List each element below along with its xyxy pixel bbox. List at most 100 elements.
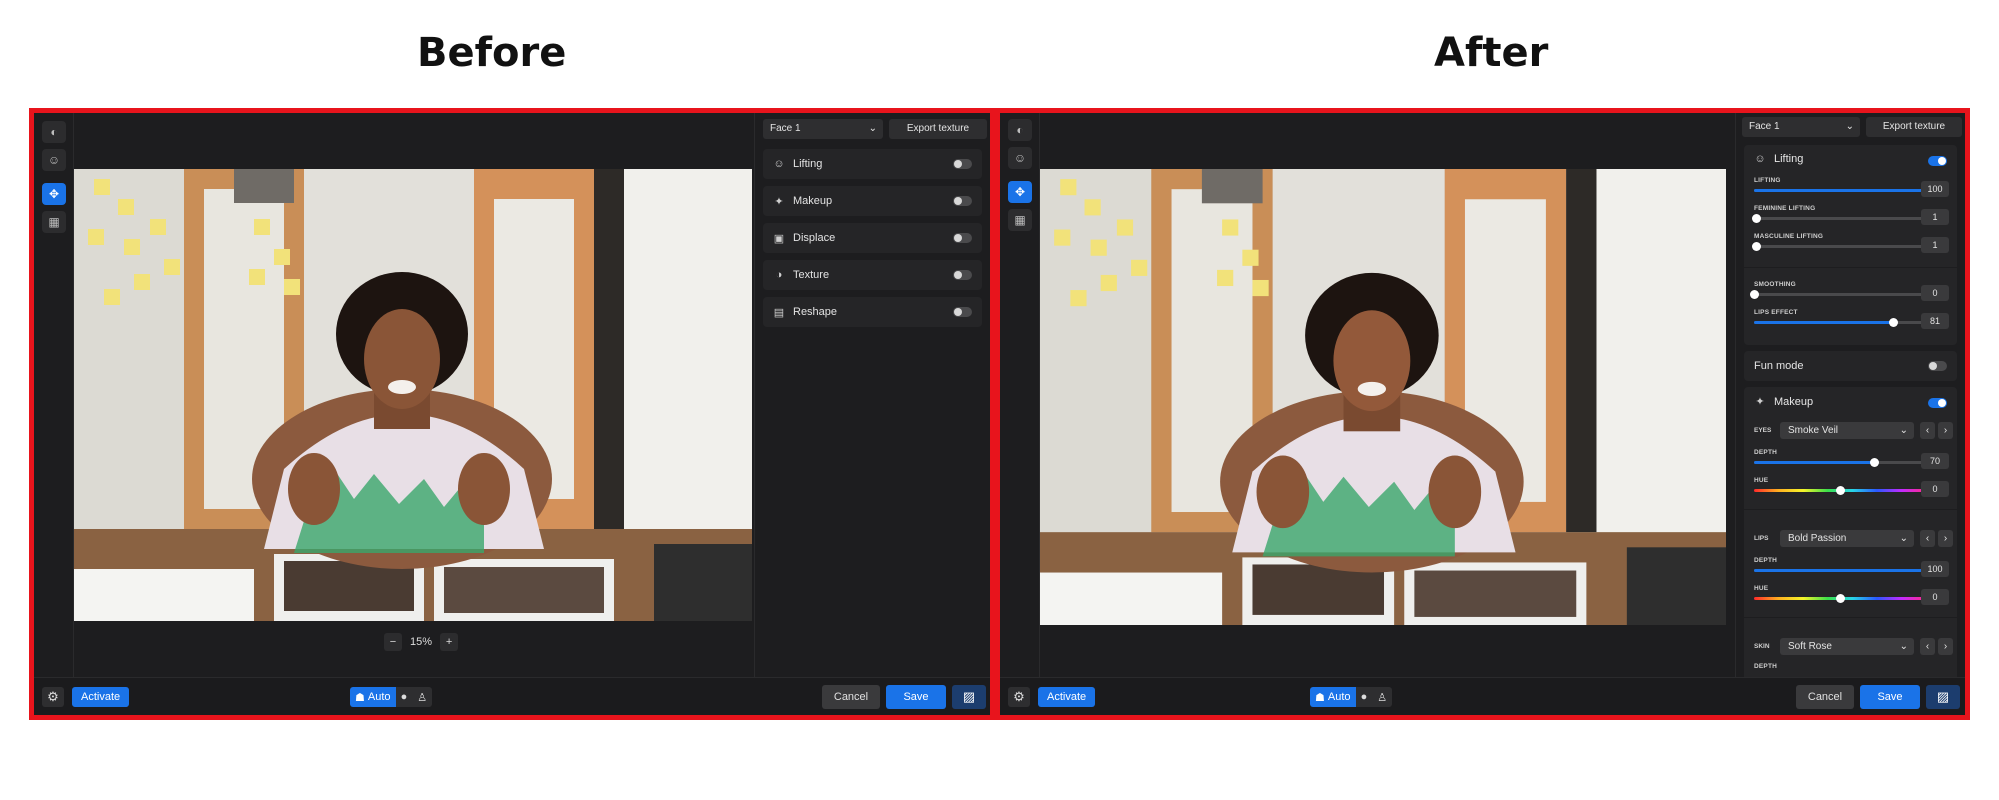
- preview-photo[interactable]: [74, 169, 752, 621]
- chevron-down-icon: ⌄: [1845, 121, 1854, 132]
- makeup-toggle[interactable]: [953, 196, 972, 206]
- lips-depth-value[interactable]: 100: [1921, 561, 1949, 577]
- gear-icon[interactable]: ⚙: [42, 687, 64, 707]
- chevron-down-icon: ⌄: [868, 123, 877, 134]
- save-button[interactable]: Save: [1860, 685, 1920, 709]
- prev-preset-icon[interactable]: ‹: [1920, 530, 1935, 547]
- zoom-in-icon[interactable]: +: [440, 633, 459, 651]
- makeup-toggle[interactable]: [1928, 398, 1947, 408]
- export-texture-button[interactable]: Export texture: [1866, 117, 1962, 137]
- section-displace[interactable]: ▣ Displace: [763, 223, 982, 253]
- feminine-lifting-value[interactable]: 1: [1921, 209, 1949, 225]
- mode-single-button[interactable]: ●: [1355, 687, 1373, 707]
- mask-icon[interactable]: ◐: [42, 121, 66, 143]
- eyes-hue-slider[interactable]: [1754, 486, 1926, 495]
- eyes-depth-slider[interactable]: [1754, 458, 1926, 467]
- export-texture-button[interactable]: Export texture: [889, 119, 987, 139]
- skin-preset-select[interactable]: Soft Rose ⌄: [1780, 638, 1914, 655]
- lips-effect-value[interactable]: 81: [1921, 313, 1949, 329]
- lifting-toggle[interactable]: [953, 159, 972, 169]
- before-heading: Before: [417, 30, 567, 76]
- sparkle-icon: ✦: [1755, 396, 1765, 408]
- after-screenshot: ◐ ☺ ✥ ▦ Face 1 ⌄ Export texture ☺ Liftin…: [995, 108, 1970, 720]
- office-woman-photo: [1040, 169, 1726, 625]
- lifting-slider[interactable]: [1754, 186, 1931, 195]
- lips-preset-value: Bold Passion: [1788, 533, 1847, 544]
- masculine-lifting-value[interactable]: 1: [1921, 237, 1949, 253]
- activate-button[interactable]: Activate: [72, 687, 130, 707]
- office-woman-photo: [74, 169, 752, 621]
- slider-label: HUE: [1754, 477, 1769, 484]
- cancel-button[interactable]: Cancel: [1796, 685, 1854, 709]
- lips-preset-select[interactable]: Bold Passion ⌄: [1780, 530, 1914, 547]
- displace-toggle[interactable]: [953, 233, 972, 243]
- eyes-preset-select[interactable]: Smoke Veil ⌄: [1780, 422, 1914, 439]
- prev-preset-icon[interactable]: ‹: [1920, 422, 1935, 439]
- mode-full-body-button[interactable]: ♙: [412, 687, 433, 707]
- save-button[interactable]: Save: [886, 685, 946, 709]
- mode-switch: ☗ Auto ● ♙: [1310, 687, 1393, 707]
- zoom-out-icon[interactable]: −: [384, 633, 402, 651]
- grid-icon[interactable]: ▦: [1008, 209, 1032, 231]
- mode-auto-button[interactable]: ☗ Auto: [350, 687, 396, 707]
- face-select[interactable]: Face 1 ⌄: [1742, 117, 1860, 137]
- face-select[interactable]: Face 1 ⌄: [763, 119, 883, 139]
- next-preset-icon[interactable]: ›: [1938, 530, 1953, 547]
- divider: [1744, 267, 1957, 268]
- divider: [1744, 509, 1957, 510]
- skin-preset-value: Soft Rose: [1788, 641, 1832, 652]
- texture-save-icon[interactable]: ▨: [1926, 685, 1960, 709]
- lips-hue-value[interactable]: 0: [1921, 589, 1949, 605]
- section-label: Reshape: [793, 306, 838, 318]
- eyes-preset-value: Smoke Veil: [1788, 425, 1839, 436]
- next-preset-icon[interactable]: ›: [1938, 638, 1953, 655]
- slider-label: MASCULINE LIFTING: [1754, 233, 1824, 240]
- section-makeup[interactable]: ✦ Makeup: [763, 186, 982, 216]
- gear-icon[interactable]: ⚙: [1008, 687, 1030, 707]
- lips-depth-slider[interactable]: [1754, 566, 1931, 575]
- lifting-block: ☺ Lifting LIFTING 100 FEMININE LIFTING 1…: [1744, 145, 1957, 345]
- section-reshape[interactable]: ▤ Reshape: [763, 297, 982, 327]
- face-icon[interactable]: ☺: [42, 149, 66, 171]
- lips-label: LIPS: [1754, 535, 1769, 542]
- move-icon[interactable]: ✥: [42, 183, 66, 205]
- smoothing-slider[interactable]: [1750, 290, 1926, 299]
- mode-auto-button[interactable]: ☗ Auto: [1310, 687, 1356, 707]
- cancel-button[interactable]: Cancel: [822, 685, 880, 709]
- move-icon[interactable]: ✥: [1008, 181, 1032, 203]
- eyes-hue-value[interactable]: 0: [1921, 481, 1949, 497]
- makeup-header[interactable]: ✦ Makeup: [1754, 395, 1813, 409]
- mode-full-body-button[interactable]: ♙: [1372, 687, 1393, 707]
- next-preset-icon[interactable]: ›: [1938, 422, 1953, 439]
- adjustments-panel: Face 1 ⌄ Export texture ☺ Lifting ✦ Make…: [754, 113, 990, 677]
- before-screenshot: ◐ ☺ ✥ ▦ − 15% + Face 1 ⌄ Export texture …: [29, 108, 995, 720]
- eyes-depth-value[interactable]: 70: [1921, 453, 1949, 469]
- section-lifting[interactable]: ☺ Lifting: [763, 149, 982, 179]
- texture-save-icon[interactable]: ▨: [952, 685, 986, 709]
- lifting-toggle[interactable]: [1928, 156, 1947, 166]
- section-texture[interactable]: ◑ Texture: [763, 260, 982, 290]
- lifting-header[interactable]: ☺ Lifting: [1754, 153, 1803, 165]
- mode-single-button[interactable]: ●: [395, 687, 413, 707]
- section-label: Lifting: [793, 158, 823, 170]
- masculine-lifting-slider[interactable]: [1751, 242, 1926, 251]
- lifting-value[interactable]: 100: [1921, 181, 1949, 197]
- smoothing-value[interactable]: 0: [1921, 285, 1949, 301]
- grid-icon[interactable]: ▦: [42, 211, 66, 233]
- lifting-icon: ☺: [1754, 153, 1766, 165]
- fun-mode-row[interactable]: Fun mode: [1744, 351, 1957, 381]
- face-icon[interactable]: ☺: [1008, 147, 1032, 169]
- fun-mode-toggle[interactable]: [1928, 361, 1947, 371]
- texture-toggle[interactable]: [953, 270, 972, 280]
- makeup-block: ✦ Makeup EYES Smoke Veil ⌄ ‹ › DEPTH 70 H…: [1744, 387, 1957, 677]
- preview-photo[interactable]: [1040, 169, 1726, 625]
- feminine-lifting-slider[interactable]: [1751, 214, 1926, 223]
- lips-effect-slider[interactable]: [1754, 318, 1926, 327]
- reshape-toggle[interactable]: [953, 307, 972, 317]
- lips-hue-slider[interactable]: [1754, 594, 1926, 603]
- person-icon: ☗: [1315, 691, 1328, 704]
- activate-button[interactable]: Activate: [1038, 687, 1096, 707]
- slider-label: LIPS EFFECT: [1754, 309, 1798, 316]
- mask-icon[interactable]: ◐: [1008, 119, 1032, 141]
- prev-preset-icon[interactable]: ‹: [1920, 638, 1935, 655]
